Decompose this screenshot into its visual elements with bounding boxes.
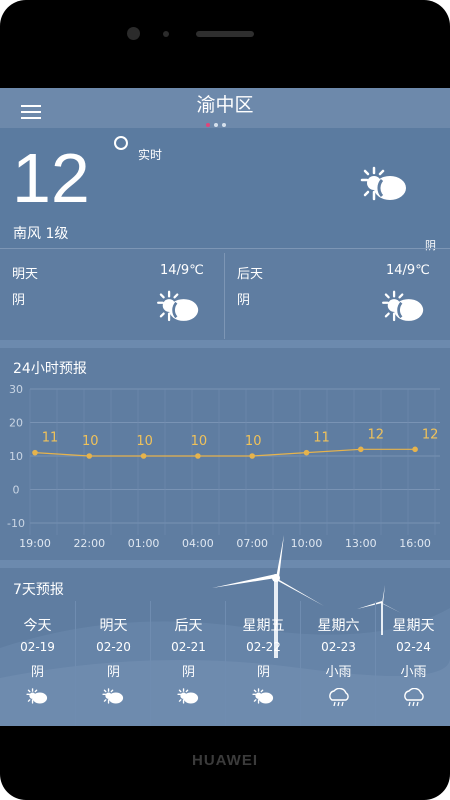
sun-cloud-icon [176, 688, 202, 708]
day-date: 02-20 [96, 640, 131, 654]
y-tick-label: -10 [7, 517, 25, 530]
day-condition: 小雨 [325, 665, 352, 680]
series-line [34, 448, 416, 457]
data-label: 11 [42, 431, 59, 446]
data-point [195, 453, 201, 459]
day-date: 02-23 [321, 640, 356, 654]
rain-cloud-icon [401, 687, 427, 708]
day-forecast-item[interactable]: 后天 02-21 阴 [150, 601, 226, 726]
day-name: 今天 [23, 618, 52, 634]
data-point [412, 446, 418, 453]
day-name: 后天 [174, 618, 203, 634]
day-condition: 阴 [181, 665, 195, 680]
hourly-title: 24小时预报 [13, 361, 87, 377]
sun-cloud-icon [25, 688, 51, 708]
forecast-day-label: 后天 [237, 267, 264, 282]
data-label: 10 [245, 434, 262, 449]
page-dot [222, 123, 226, 127]
y-tick-label: 10 [9, 450, 23, 463]
wind-info: 南风 1级 [13, 226, 69, 242]
current-weather: 12 实时 阴 南风 1级 [0, 128, 450, 252]
section-band [0, 340, 450, 348]
current-condition: 阴 [425, 239, 436, 252]
phone-frame: 渝中区 12 实时 阴 南风 1级 明天 14/9℃ 阴 后天 14/9℃ 阴 … [0, 0, 450, 800]
sun-cloud-icon [101, 688, 127, 708]
data-label: 10 [82, 434, 99, 449]
day-forecast-item[interactable]: 星期五 02-22 阴 [225, 601, 301, 726]
page-dot [214, 123, 218, 127]
day-forecast-item[interactable]: 今天 02-19 阴 [0, 601, 75, 726]
day-date: 02-19 [20, 640, 55, 654]
sun-cloud-icon [157, 290, 199, 322]
proximity-sensor [163, 31, 169, 37]
x-tick-label: 16:00 [399, 537, 431, 550]
brand-logo: HUAWEI [192, 752, 258, 769]
forecast-temp-range: 14/9℃ [160, 263, 204, 278]
forecast-condition: 阴 [237, 293, 251, 308]
data-label: 10 [191, 434, 208, 449]
forecast-tomorrow[interactable]: 明天 14/9℃ 阴 [0, 253, 224, 339]
data-point [32, 449, 38, 456]
data-labels: 11 10 10 10 10 11 12 12 [42, 427, 439, 449]
sun-cloud-icon [360, 166, 406, 201]
forecast-condition: 阴 [12, 293, 26, 308]
day-date: 02-24 [396, 640, 431, 654]
top-bar: 渝中区 [0, 88, 450, 128]
page-dot-active [206, 123, 210, 127]
weekly-forecast: 今天 02-19 阴 明天 02-20 阴 后天 02-21 阴 星期五 02-22 阴 星期六 02-2… [0, 601, 450, 726]
x-tick-label: 13:00 [345, 537, 377, 550]
weekly-title: 7天预报 [13, 582, 64, 598]
day-condition: 阴 [256, 665, 270, 680]
y-tick-label: 20 [9, 417, 23, 430]
day-condition: 阴 [30, 665, 44, 680]
data-point [86, 453, 93, 459]
earpiece [196, 31, 254, 37]
forecast-after-tomorrow[interactable]: 后天 14/9℃ 阴 [225, 253, 450, 339]
data-point [249, 453, 255, 459]
data-label: 11 [313, 431, 330, 446]
realtime-label: 实时 [138, 148, 163, 162]
data-point [140, 453, 147, 459]
degree-symbol [114, 136, 128, 150]
forecast-day-label: 明天 [12, 267, 39, 282]
day-date: 02-21 [171, 640, 206, 654]
divider [0, 248, 450, 249]
day-condition: 阴 [106, 665, 120, 680]
app-screen: 渝中区 12 实时 阴 南风 1级 明天 14/9℃ 阴 后天 14/9℃ 阴 … [0, 88, 450, 726]
x-tick-label: 04:00 [182, 537, 214, 550]
chart-grid [29, 388, 440, 535]
data-label: 12 [422, 427, 439, 442]
day-date: 02-22 [246, 640, 281, 654]
day-name: 星期天 [392, 618, 435, 634]
day-name: 星期六 [317, 618, 360, 634]
x-tick-label: 19:00 [19, 537, 51, 550]
x-tick-label: 22:00 [73, 537, 105, 550]
day-forecast-item[interactable]: 明天 02-20 阴 [75, 601, 151, 726]
y-tick-label: 30 [9, 383, 23, 396]
front-camera [127, 27, 140, 40]
sun-cloud-icon [251, 688, 277, 708]
y-axis: 30 20 10 0 -10 [7, 383, 25, 530]
day-name: 星期五 [242, 618, 285, 634]
data-point [303, 449, 310, 456]
data-point [358, 446, 364, 453]
sun-cloud-icon [382, 290, 424, 322]
day-forecast-item[interactable]: 星期天 02-24 小雨 [375, 601, 450, 726]
current-temp: 12 [12, 139, 90, 217]
data-label: 10 [136, 434, 153, 449]
day-name: 明天 [99, 618, 128, 634]
forecast-temp-range: 14/9℃ [386, 263, 430, 278]
y-tick-label: 0 [13, 484, 20, 497]
x-tick-label: 01:00 [128, 537, 160, 550]
day-condition: 小雨 [400, 665, 427, 680]
rain-cloud-icon [326, 687, 352, 708]
data-label: 12 [368, 427, 385, 442]
day-forecast-item[interactable]: 星期六 02-23 小雨 [300, 601, 376, 726]
